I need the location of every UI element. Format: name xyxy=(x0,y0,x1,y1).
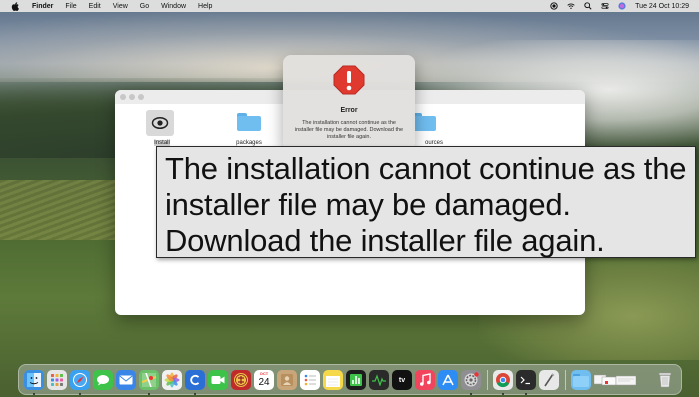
menu-view[interactable]: View xyxy=(113,3,128,10)
warning-icon xyxy=(333,65,365,95)
running-indicator xyxy=(33,393,35,395)
running-indicator xyxy=(148,393,150,395)
script-editor-icon[interactable] xyxy=(539,370,559,390)
menu-bar: Finder File Edit View Go Window Help Tue… xyxy=(0,0,699,12)
notes-icon[interactable] xyxy=(323,370,343,390)
mail-icon[interactable] xyxy=(116,370,136,390)
finder-dock-icon[interactable] xyxy=(24,370,44,390)
installer-app-icon xyxy=(146,110,174,136)
facetime-icon[interactable] xyxy=(208,370,228,390)
file-item-packages[interactable]: packages xyxy=(224,110,274,150)
calendar-day: 24 xyxy=(258,377,270,388)
zoom-button[interactable] xyxy=(138,94,144,100)
safari-icon[interactable] xyxy=(70,370,90,390)
search-icon[interactable] xyxy=(584,2,592,10)
running-indicator xyxy=(79,393,81,395)
running-indicator xyxy=(470,393,472,395)
error-dialog[interactable]: Error The installation cannot continue a… xyxy=(283,55,415,150)
launchpad-icon[interactable] xyxy=(47,370,67,390)
file-item-install[interactable]: Install xyxy=(137,110,187,150)
dock-separator xyxy=(487,370,488,390)
folder-icon xyxy=(412,113,436,131)
chrome-icon[interactable] xyxy=(493,370,513,390)
photos-icon[interactable] xyxy=(162,370,182,390)
dialog-title: Error xyxy=(340,107,358,114)
running-indicator xyxy=(525,393,527,395)
menu-go[interactable]: Go xyxy=(140,3,149,10)
running-indicator xyxy=(194,393,196,395)
control-center-icon[interactable] xyxy=(601,2,609,10)
dialog-message: The installation cannot continue as the … xyxy=(294,120,404,140)
reminders-icon[interactable] xyxy=(300,370,320,390)
activity-monitor-icon[interactable] xyxy=(369,370,389,390)
caption-text: The installation cannot continue as the … xyxy=(165,151,687,258)
apple-menu-icon[interactable] xyxy=(10,1,20,11)
music-icon[interactable] xyxy=(415,370,435,390)
system-settings-icon[interactable] xyxy=(461,370,481,390)
folder-icon xyxy=(237,113,261,131)
record-icon[interactable] xyxy=(550,2,558,10)
chinese-chess-icon[interactable] xyxy=(231,370,251,390)
menu-edit[interactable]: Edit xyxy=(89,3,101,10)
menu-file[interactable]: File xyxy=(65,3,76,10)
wifi-icon[interactable] xyxy=(567,2,575,10)
caption-overlay: The installation cannot continue as the … xyxy=(156,146,696,258)
maps-icon[interactable] xyxy=(139,370,159,390)
running-indicator xyxy=(502,393,504,395)
menu-window[interactable]: Window xyxy=(161,3,186,10)
terminal-icon[interactable] xyxy=(516,370,536,390)
messages-icon[interactable] xyxy=(93,370,113,390)
menu-help[interactable]: Help xyxy=(198,3,212,10)
downloads-folder-icon[interactable] xyxy=(571,370,591,390)
status-area: Tue 24 Oct 10:29 xyxy=(550,0,689,12)
dock: OCT 24 tv xyxy=(18,364,682,395)
app-menu-finder[interactable]: Finder xyxy=(32,3,53,10)
close-button[interactable] xyxy=(120,94,126,100)
calendar-icon[interactable]: OCT 24 xyxy=(254,370,274,390)
trash-icon[interactable] xyxy=(655,370,675,390)
appletv-label: tv xyxy=(398,376,406,384)
wallpaper-vineyard xyxy=(0,180,120,240)
siri-icon[interactable] xyxy=(618,2,626,10)
dock-separator xyxy=(565,370,566,390)
minimize-button[interactable] xyxy=(129,94,135,100)
app-store-icon[interactable] xyxy=(438,370,458,390)
appletv-icon[interactable]: tv xyxy=(392,370,412,390)
screenshot-stack-icon[interactable] xyxy=(594,370,636,390)
contacts-icon[interactable] xyxy=(277,370,297,390)
numbers-icon[interactable] xyxy=(346,370,366,390)
menu-clock[interactable]: Tue 24 Oct 10:29 xyxy=(635,3,689,10)
cisco-icon[interactable] xyxy=(185,370,205,390)
